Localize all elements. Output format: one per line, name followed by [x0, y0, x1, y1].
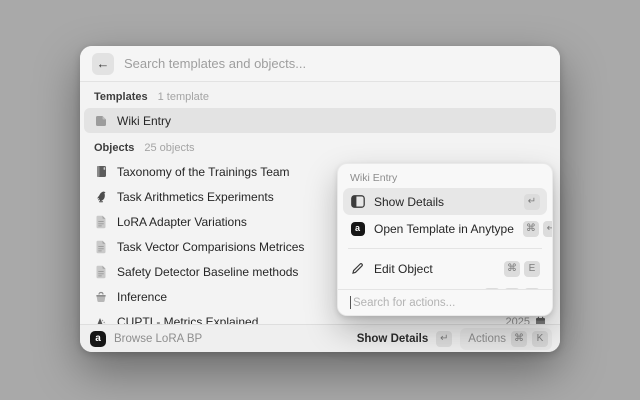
status-bar: a Browse LoRA BP Show Details ↵ Actions … [80, 324, 560, 352]
templates-section-header: Templates 1 template [80, 82, 560, 108]
search-bar: ← [80, 46, 560, 82]
object-label: LoRA Adapter Variations [117, 215, 247, 229]
actions-search-bar [338, 289, 552, 315]
object-label: Task Vector Comparisions Metrices [117, 240, 304, 254]
object-label: Inference [117, 290, 167, 304]
return-key-badge: ↵ [543, 221, 553, 237]
basket-icon [94, 290, 108, 304]
cmd-key-badge: ⌘ [523, 221, 539, 237]
actions-search-input[interactable] [353, 297, 540, 309]
bird-icon [94, 190, 108, 204]
template-label: Wiki Entry [117, 114, 171, 128]
popup-title: Wiki Entry [338, 164, 552, 188]
action-label: Open Template in Anytype [374, 222, 514, 236]
anytype-logo-icon: a [90, 331, 106, 347]
object-label: Task Arithmetics Experiments [117, 190, 274, 204]
template-icon [94, 114, 108, 128]
return-key-badge: ↵ [436, 331, 452, 347]
template-row-wiki-entry[interactable]: Wiki Entry [84, 108, 556, 133]
sidebar-icon [350, 194, 365, 209]
shortcut-keys: ⌘ E [504, 261, 540, 277]
text-cursor [350, 296, 351, 309]
page-icon [94, 265, 108, 279]
actions-popup: Wiki Entry Show Details ↵ a Open Templat… [337, 163, 553, 316]
page-icon [94, 240, 108, 254]
e-key-badge: E [524, 261, 540, 277]
back-arrow-icon: ← [97, 56, 110, 71]
anytype-logo-glyph: a [95, 334, 101, 344]
action-open-template[interactable]: a Open Template in Anytype ⌘ ↵ [343, 215, 547, 242]
notebook-icon [94, 165, 108, 179]
action-label: Edit Object [374, 262, 433, 276]
space-label: Browse LoRA BP [114, 333, 202, 345]
cmd-key-badge: ⌘ [511, 331, 527, 347]
return-key-badge: ↵ [524, 194, 540, 210]
actions-button[interactable]: Actions ⌘ K [460, 328, 552, 350]
section-title: Objects [94, 142, 134, 154]
popup-divider [348, 248, 542, 249]
back-button[interactable]: ← [92, 53, 114, 75]
actions-label: Actions [468, 333, 506, 345]
object-label: Taxonomy of the Trainings Team [117, 165, 290, 179]
anytype-logo-glyph: a [351, 222, 365, 236]
section-count: 1 template [158, 91, 209, 103]
pencil-icon [350, 261, 365, 276]
footer-actions: Show Details ↵ Actions ⌘ K [357, 328, 552, 350]
object-label: Safety Detector Baseline methods [117, 265, 298, 279]
show-details-button[interactable]: Show Details [357, 333, 429, 345]
shortcut-keys: ↵ [524, 194, 540, 210]
action-label: Show Details [374, 195, 444, 209]
action-edit-object[interactable]: Edit Object ⌘ E [343, 255, 547, 282]
anytype-icon: a [350, 221, 365, 236]
page-icon [94, 215, 108, 229]
search-input[interactable] [124, 56, 548, 71]
k-key-badge: K [532, 331, 548, 347]
section-title: Templates [94, 91, 148, 103]
cmd-key-badge: ⌘ [504, 261, 520, 277]
section-count: 25 objects [144, 142, 194, 154]
action-show-details[interactable]: Show Details ↵ [343, 188, 547, 215]
shortcut-keys: ⌘ ↵ [523, 221, 553, 237]
objects-section-header: Objects 25 objects [80, 133, 560, 159]
